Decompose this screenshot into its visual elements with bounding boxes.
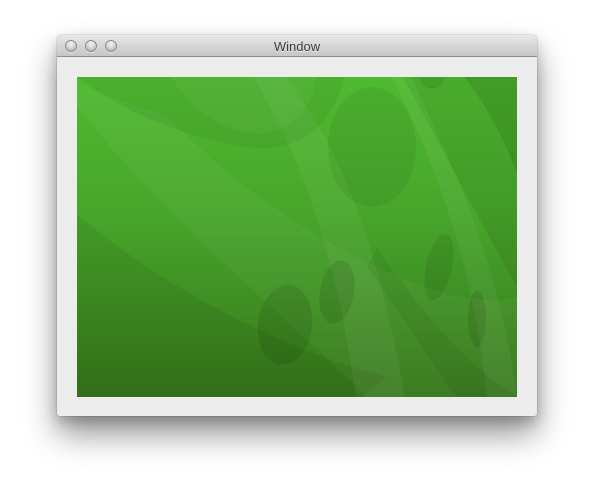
title-bar[interactable]: Window [57,35,537,57]
app-window: Window [57,35,537,416]
window-content [57,57,537,416]
window-title: Window [273,39,321,54]
wallpaper-image [77,77,517,397]
